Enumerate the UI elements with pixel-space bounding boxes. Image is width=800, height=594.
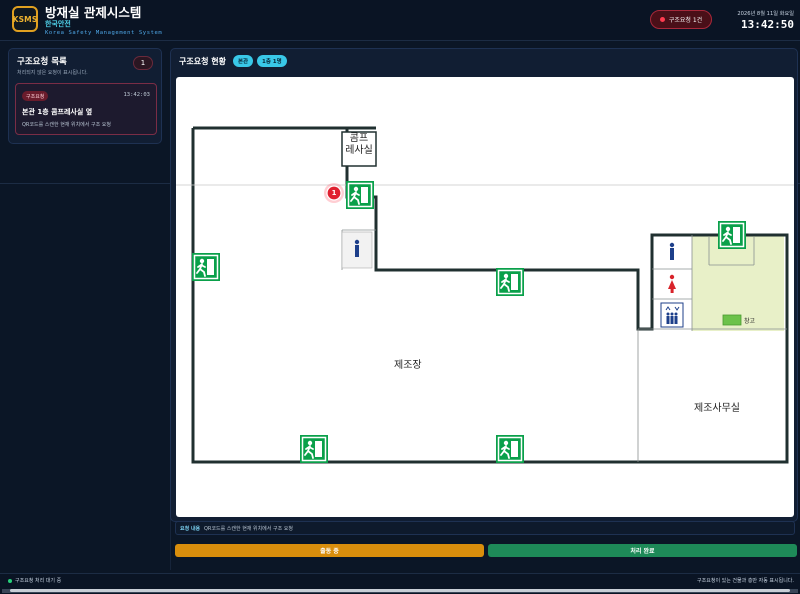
request-tag: 구조요청 [22, 91, 49, 101]
request-card[interactable]: 구조요청 13:42:03 본관 1층 콤프레사실 옆 QR코드를 스캔한 현재… [15, 83, 157, 135]
complete-button[interactable]: 처리 완료 [488, 544, 797, 557]
floor-map: 콤프 레사실 제조장 제조사무실 창고 1 [176, 77, 794, 517]
request-description: QR코드를 스캔한 현재 위치에서 구조 요청 [22, 122, 111, 128]
restroom-icon [341, 231, 373, 269]
request-time: 13:42:03 [123, 92, 151, 98]
organization-name: 한국안전 [45, 20, 71, 28]
womens-restroom-icon [668, 274, 676, 293]
factory-label: 제조장 [394, 360, 422, 371]
room-label-line2: 레사실 [345, 145, 373, 156]
rescue-status-panel: 구조요청 현황 본관 1층 1명 콤프 레사실 제조장 제조사무실 창고 1 [170, 48, 798, 522]
exit-sign-icon [495, 267, 525, 297]
status-title: 구조요청 현황 [179, 57, 226, 66]
rescue-alert-badge[interactable]: 구조요청 1건 [650, 10, 712, 29]
rescue-request-list: 구조요청 목록 처리되지 않은 요청이 표시됩니다. 1 구조요청 13:42:… [8, 48, 162, 144]
exit-sign-icon [191, 252, 221, 282]
exit-sign-icon [299, 434, 329, 464]
app-subtitle: Korea Safety Management System [45, 30, 163, 36]
mens-restroom-icon [669, 242, 675, 260]
scrollbar-thumb[interactable] [10, 589, 790, 592]
request-count-badge: 1 [133, 56, 153, 70]
elevator-icon [660, 302, 684, 328]
exit-sign-icon [345, 180, 375, 210]
marker-number: 1 [331, 189, 337, 197]
current-time: 13:42:50 [741, 18, 794, 31]
exit-sign-icon [495, 434, 525, 464]
office-label: 제조사무실 [694, 403, 740, 414]
alert-dot-icon [659, 17, 665, 22]
dispatch-button[interactable]: 출동 중 [175, 544, 484, 557]
request-location: 본관 1층 콤프레사실 옆 [22, 108, 93, 116]
request-detail-label: 요청 내용 [180, 526, 201, 532]
list-description: 처리되지 않은 요청이 표시됩니다. [17, 70, 88, 76]
exit-sign-icon [717, 220, 747, 250]
floor-chip[interactable]: 1층 1명 [257, 55, 287, 67]
current-date: 2026년 8월 11일 화요일 [737, 11, 794, 17]
ksms-logo: KSMS [12, 6, 38, 32]
storage-marker [722, 314, 742, 326]
footer-status: 구조요청 처리 대기 중 [15, 578, 62, 584]
list-title: 구조요청 목록 [17, 57, 67, 67]
room-label-line1: 콤프 [349, 133, 369, 144]
request-detail-bar: 요청 내용 QR코드를 스캔한 현재 위치에서 구조 요청 [175, 521, 795, 535]
storage-label: 창고 [744, 318, 756, 325]
building-chip[interactable]: 본관 [233, 55, 254, 67]
request-detail-text: QR코드를 스캔한 현재 위치에서 구조 요청 [204, 526, 293, 532]
compressor-room-label: 콤프 레사실 [342, 133, 376, 157]
alert-badge-label: 구조요청 1건 [668, 17, 703, 24]
footer-note: 구조요청이 있는 건물과 층만 자동 표시됩니다. [697, 578, 794, 584]
status-dot-icon [8, 579, 12, 583]
